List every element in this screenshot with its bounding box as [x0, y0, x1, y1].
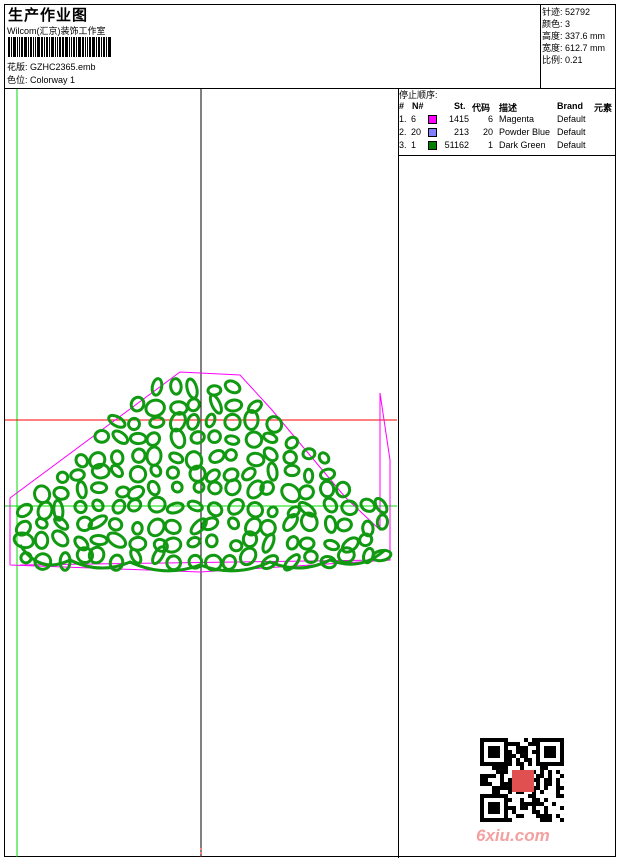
lace-motif [150, 377, 164, 397]
lace-motif [317, 451, 331, 465]
lace-motif [69, 468, 86, 482]
lace-motif [206, 501, 224, 518]
lace-motif [224, 448, 238, 462]
lace-motif [12, 531, 35, 550]
lace-motif [165, 501, 185, 515]
lace-motif [206, 384, 223, 397]
lace-motif [208, 393, 223, 415]
lace-motif [340, 536, 360, 554]
lace-motif [75, 480, 88, 500]
lace-motif [149, 463, 163, 478]
lace-motif [266, 505, 279, 519]
lace-motif [128, 431, 148, 446]
lace-motif [285, 535, 300, 551]
lace-motif [165, 465, 181, 480]
lace-motif [55, 470, 70, 484]
lace-motif [106, 531, 128, 549]
lace-motif [261, 532, 276, 554]
lace-motif [73, 499, 88, 515]
production-worksheet: 生产作业图 Wilcom(汇京)装饰工作室 花版: GZHC2365.emb 色… [0, 0, 620, 860]
lace-motif [229, 539, 244, 553]
lace-motif [107, 413, 127, 429]
lace-motif [204, 533, 219, 549]
lace-motif [227, 497, 245, 516]
lace-motif [335, 517, 353, 533]
lace-motif [224, 398, 244, 413]
qr-code [480, 738, 564, 822]
lace-motif [51, 529, 70, 548]
lace-motif [241, 466, 257, 482]
lace-motif [265, 415, 284, 434]
lace-motif [147, 495, 167, 514]
design-canvas [5, 89, 397, 857]
lace-motif [110, 449, 125, 467]
lace-motif [186, 412, 201, 431]
lace-motif [298, 536, 316, 551]
lace-motif [283, 463, 301, 478]
lace-motif [223, 379, 242, 395]
embroidery-design [12, 377, 393, 573]
lace-motif [282, 512, 299, 532]
lace-motif [223, 412, 242, 432]
lace-motif [53, 515, 70, 531]
lace-motif [207, 429, 222, 445]
lace-motif [128, 464, 148, 484]
lace-motif [302, 467, 315, 484]
watermark-text: 6xiu.com [476, 826, 550, 845]
lace-motif [323, 538, 341, 552]
lace-motif [303, 549, 319, 564]
lace-motif [144, 398, 166, 418]
lace-motif [224, 434, 241, 446]
lace-motif [340, 499, 359, 517]
lace-motif [33, 530, 50, 550]
lace-motif [189, 430, 206, 445]
lace-motif [319, 479, 336, 499]
lace-motif [246, 451, 266, 468]
lace-motif [127, 416, 141, 432]
lace-motif [323, 514, 338, 534]
lace-motif [89, 533, 109, 547]
lace-motif [207, 480, 223, 496]
lace-motif [163, 518, 182, 535]
lace-motif [145, 445, 163, 467]
lace-motif [170, 480, 184, 494]
lace-motif [169, 377, 183, 396]
lace-motif [227, 516, 241, 531]
lace-motif [148, 415, 166, 429]
lace-motif [52, 485, 70, 501]
lace-motif [74, 453, 89, 469]
lace-motif [322, 496, 339, 514]
lace-motif [111, 429, 130, 445]
lace-motif [169, 427, 187, 450]
lace-motif [131, 521, 144, 536]
lace-motif [111, 498, 127, 515]
lace-motif [375, 513, 390, 531]
lace-motif [91, 498, 105, 513]
lace-motif [146, 479, 161, 497]
lace-motif [145, 431, 162, 447]
lace-motif [208, 449, 226, 464]
lace-motif [109, 463, 124, 479]
qr-logo [512, 770, 534, 792]
lace-motif [244, 430, 264, 449]
lace-motif [93, 429, 111, 444]
lace-motif [284, 435, 300, 450]
lace-motif [246, 479, 265, 500]
lace-motif [168, 451, 185, 465]
lace-motif [15, 502, 34, 519]
lace-motif [107, 517, 124, 532]
lace-motif [88, 451, 107, 470]
lace-motif [282, 449, 298, 466]
lace-motif [87, 514, 108, 530]
lace-motif [89, 481, 109, 495]
lace-motif [126, 498, 143, 513]
lace-motif [186, 535, 202, 549]
lace-motif [266, 461, 279, 482]
lace-motif [151, 545, 167, 566]
lace-motif [129, 395, 146, 413]
lace-motif [185, 377, 199, 400]
lace-motif [131, 447, 147, 464]
lace-motif [192, 480, 206, 494]
